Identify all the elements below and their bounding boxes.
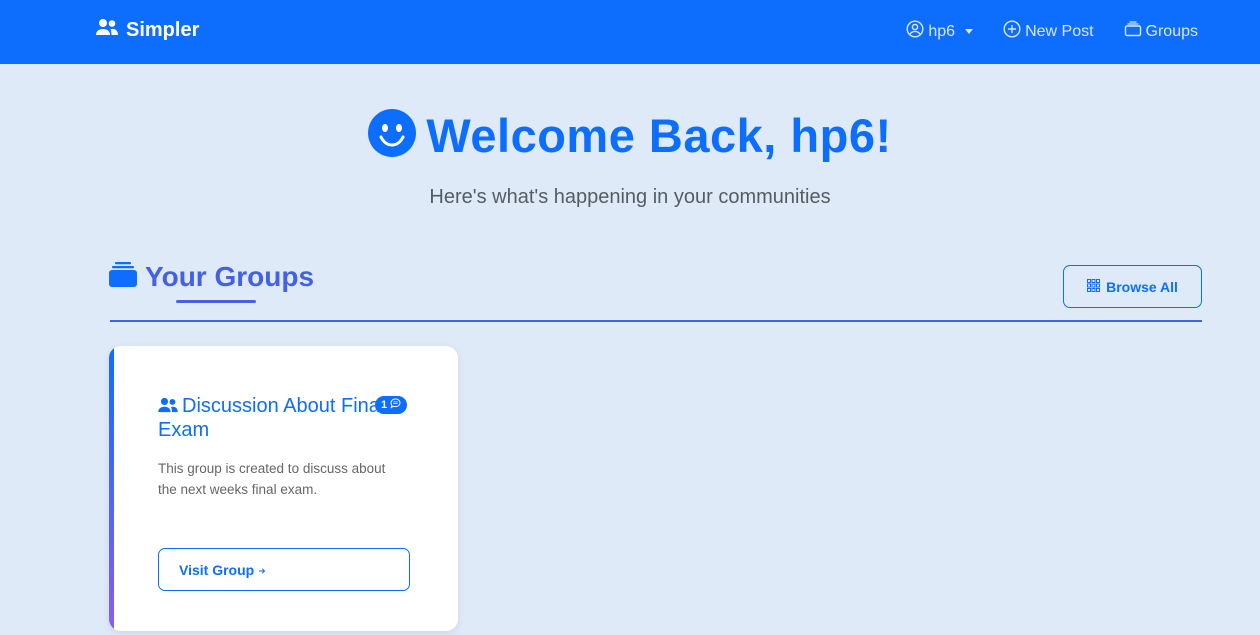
browse-all-label: Browse All bbox=[1106, 278, 1178, 295]
new-post-label: New Post bbox=[1025, 22, 1094, 40]
group-description: This group is created to discuss about t… bbox=[158, 461, 386, 497]
new-post-link[interactable]: New Post bbox=[1003, 20, 1094, 43]
user-menu-toggle[interactable]: hp6 bbox=[906, 20, 974, 43]
brand-link[interactable]: Simpler bbox=[96, 18, 199, 42]
title-underline bbox=[176, 300, 256, 303]
welcome-heading: Welcome Back, hp6! bbox=[0, 108, 1260, 163]
collection-icon bbox=[1124, 20, 1142, 43]
visit-group-button[interactable]: Visit Group bbox=[158, 548, 410, 591]
user-circle-icon bbox=[906, 20, 924, 43]
smile-icon bbox=[368, 109, 417, 162]
nav-links: hp6 New Post Groups bbox=[906, 20, 1198, 43]
collection-fill-icon bbox=[109, 260, 137, 293]
post-count: 1 bbox=[381, 399, 388, 411]
people-icon bbox=[96, 18, 118, 42]
plus-circle-icon bbox=[1003, 20, 1021, 43]
group-title: Discussion About Final Exam bbox=[158, 395, 385, 441]
user-name: hp6 bbox=[928, 22, 956, 40]
navbar: Simpler hp6 New Post Groups bbox=[0, 0, 1260, 64]
page-subtitle: Here's what's happening in your communit… bbox=[429, 186, 831, 208]
brand-name: Simpler bbox=[126, 18, 200, 41]
group-card: Discussion About Final Exam 1 This group… bbox=[109, 346, 458, 631]
page-title: Welcome Back, hp6! bbox=[426, 109, 892, 162]
grid-icon bbox=[1087, 278, 1101, 295]
visit-group-label: Visit Group bbox=[179, 561, 255, 578]
browse-all-button[interactable]: Browse All bbox=[1063, 265, 1202, 308]
section-title: Your Groups bbox=[145, 260, 315, 292]
people-icon bbox=[158, 395, 182, 417]
arrow-right-icon bbox=[258, 562, 266, 578]
post-count-badge: 1 bbox=[375, 396, 408, 414]
chat-icon bbox=[390, 398, 401, 412]
section-header: Your Groups bbox=[109, 260, 314, 293]
caret-down-icon bbox=[965, 29, 974, 34]
groups-link[interactable]: Groups bbox=[1124, 20, 1198, 43]
section-divider bbox=[110, 320, 1202, 322]
groups-label: Groups bbox=[1145, 22, 1198, 40]
card-accent-bar bbox=[109, 346, 114, 631]
